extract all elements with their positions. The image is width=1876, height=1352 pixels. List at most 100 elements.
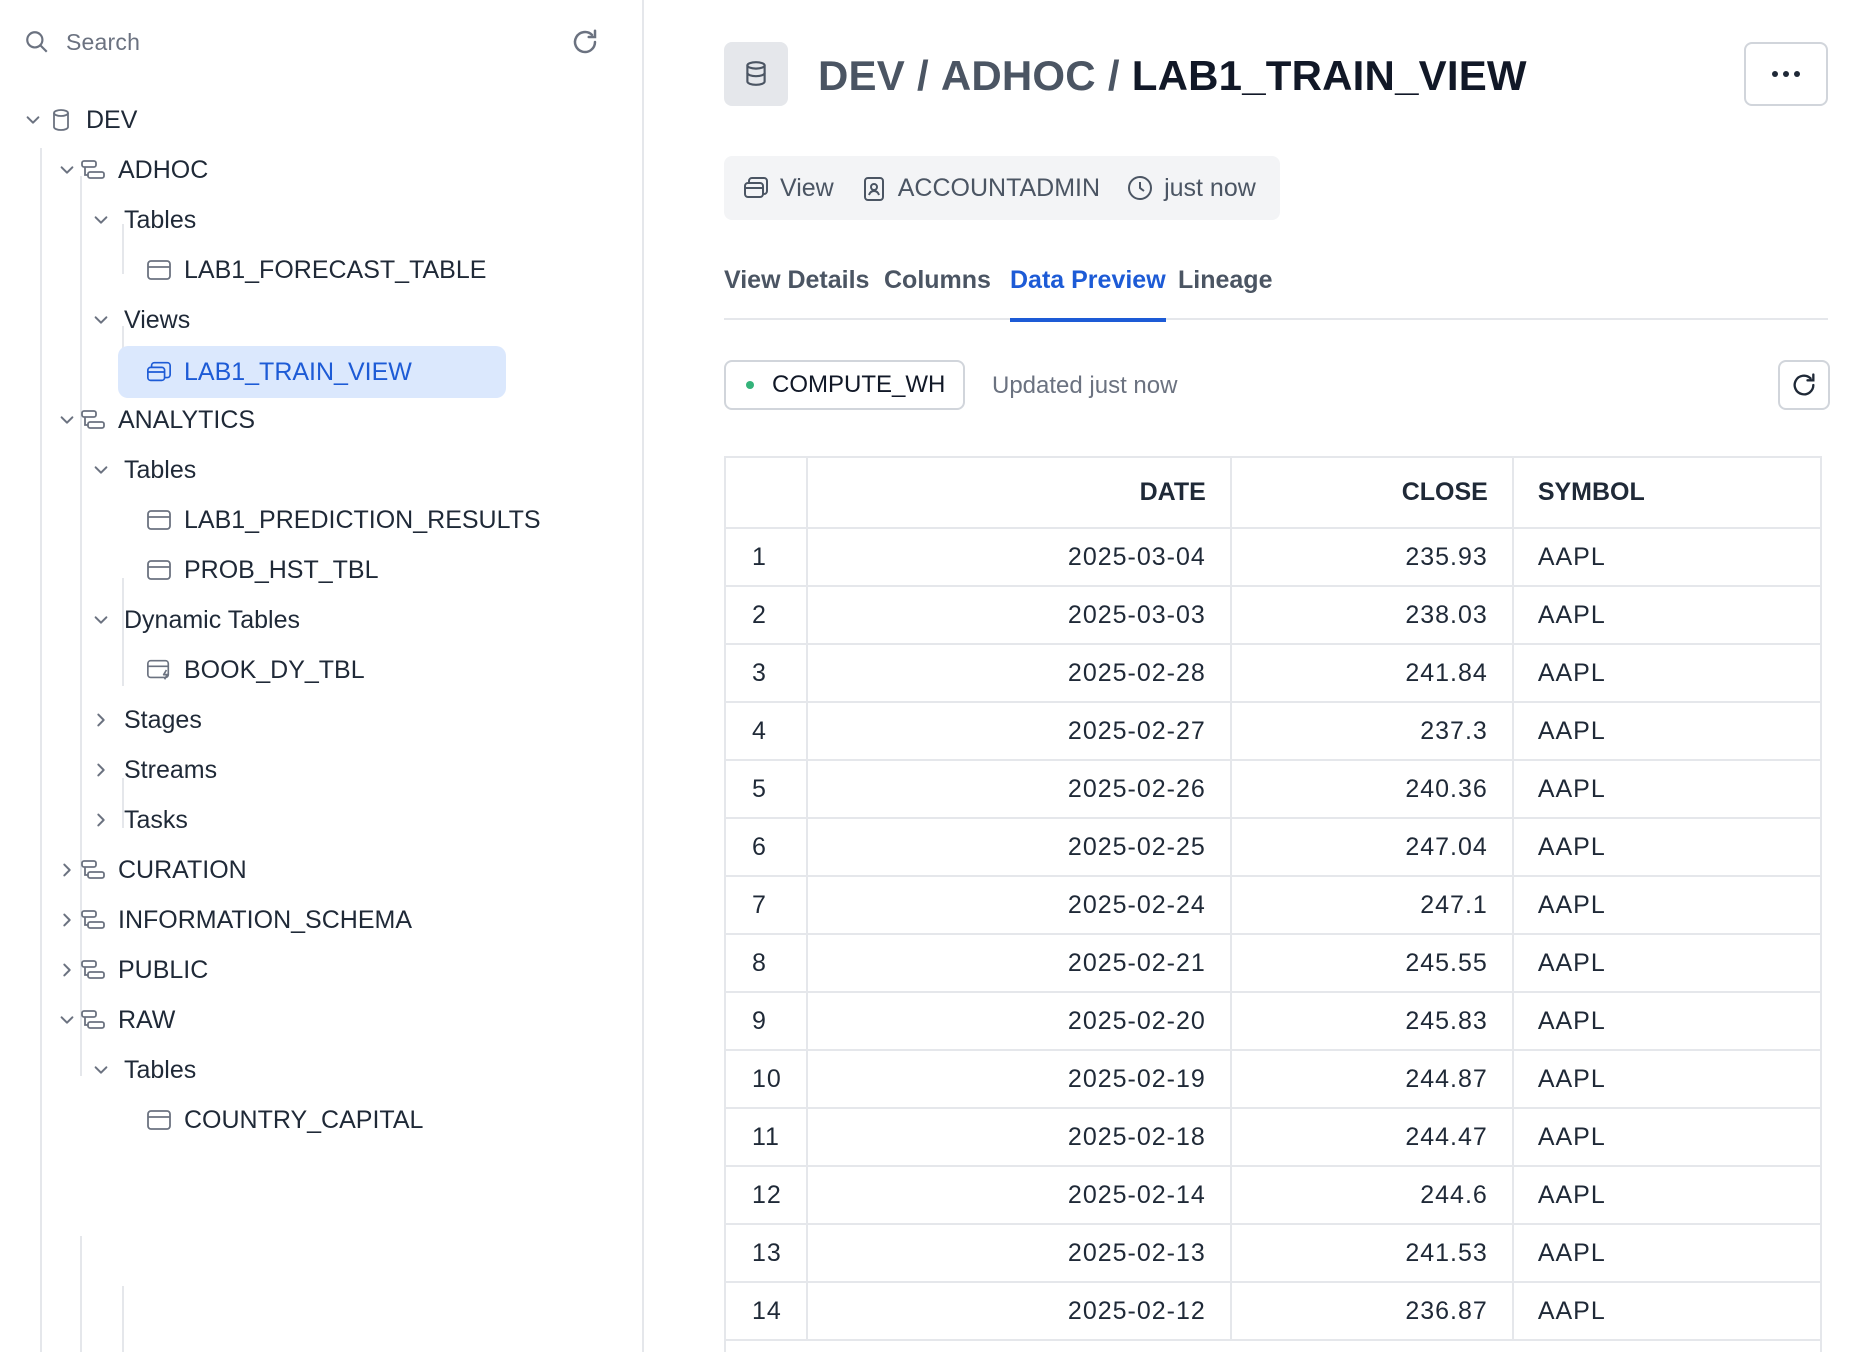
date-cell[interactable]: 2025-02-25 [806,818,1232,877]
tree-item-curation[interactable]: CURATION [56,846,642,894]
chevron-right-icon[interactable] [90,759,112,781]
row-index-cell[interactable]: 2 [726,586,808,645]
date-cell[interactable]: 2025-03-03 [806,586,1232,645]
refresh-preview-button[interactable] [1778,360,1830,410]
table-row[interactable]: 7 2025-02-24 247.1 AAPL [726,876,1820,935]
symbol-cell[interactable]: AAPL [1512,1282,1820,1341]
sidebar-search[interactable]: Search [24,22,604,62]
tab-view-details[interactable]: View Details [724,256,869,320]
row-index-cell[interactable]: 3 [726,644,808,703]
close-cell[interactable]: 237.3 [1230,702,1514,761]
date-cell[interactable]: 2025-02-24 [806,876,1232,935]
symbol-cell[interactable]: AAPL [1512,1050,1820,1109]
search-input[interactable]: Search [66,29,570,56]
date-cell[interactable]: 2025-02-19 [806,1050,1232,1109]
tree-item-stages[interactable]: Stages [90,696,642,744]
warehouse-selector[interactable]: COMPUTE_WH [724,360,966,410]
tree-item-tables[interactable]: Tables [90,446,642,494]
more-actions-button[interactable] [1744,42,1828,106]
tree-item-streams[interactable]: Streams [90,746,642,794]
tree-item-lab1-prediction-results[interactable]: LAB1_PREDICTION_RESULTS [146,496,642,544]
tree-item-public[interactable]: PUBLIC [56,946,642,994]
symbol-cell[interactable]: AAPL [1512,644,1820,703]
table-row[interactable]: 1 2025-03-04 235.93 AAPL [726,528,1820,587]
close-cell[interactable]: 247.1 [1230,876,1514,935]
close-cell[interactable]: 236.87 [1230,1282,1514,1341]
tree-item-tables[interactable]: Tables [90,1046,642,1094]
tree-item-analytics[interactable]: ANALYTICS [56,396,642,444]
close-cell[interactable]: 244.47 [1230,1108,1514,1167]
table-row[interactable]: 6 2025-02-25 247.04 AAPL [726,818,1820,877]
table-row[interactable]: 8 2025-02-21 245.55 AAPL [726,934,1820,993]
date-cell[interactable]: 2025-02-20 [806,992,1232,1051]
tree-item-information-schema[interactable]: INFORMATION_SCHEMA [56,896,642,944]
date-cell[interactable]: 2025-02-18 [806,1108,1232,1167]
close-cell[interactable]: 247.04 [1230,818,1514,877]
table-row[interactable]: 5 2025-02-26 240.36 AAPL [726,760,1820,819]
row-index-cell[interactable]: 6 [726,818,808,877]
date-cell[interactable]: 2025-02-27 [806,702,1232,761]
chevron-down-icon[interactable] [90,459,112,481]
symbol-cell[interactable]: AAPL [1512,818,1820,877]
chevron-right-icon[interactable] [56,959,78,981]
close-cell[interactable]: 241.84 [1230,644,1514,703]
close-cell[interactable]: 240.36 [1230,760,1514,819]
close-cell[interactable]: 241.53 [1230,1224,1514,1283]
column-header-symbol[interactable]: SYMBOL [1512,458,1820,529]
date-cell[interactable]: 2025-02-12 [806,1282,1232,1341]
tree-item-adhoc[interactable]: ADHOC [56,146,642,194]
date-cell[interactable]: 2025-02-21 [806,934,1232,993]
chevron-down-icon[interactable] [90,309,112,331]
symbol-cell[interactable]: AAPL [1512,1108,1820,1167]
table-row[interactable]: 10 2025-02-19 244.87 AAPL [726,1050,1820,1109]
row-index-cell[interactable]: 12 [726,1166,808,1225]
close-cell[interactable]: 245.55 [1230,934,1514,993]
chevron-right-icon[interactable] [90,809,112,831]
chevron-down-icon[interactable] [56,409,78,431]
table-row[interactable]: 11 2025-02-18 244.47 AAPL [726,1108,1820,1167]
date-cell[interactable]: 2025-02-14 [806,1166,1232,1225]
symbol-cell[interactable]: AAPL [1512,934,1820,993]
chevron-right-icon[interactable] [56,909,78,931]
row-index-cell[interactable]: 5 [726,760,808,819]
tree-item-lab1-train-view[interactable]: LAB1_TRAIN_VIEW [118,346,506,398]
symbol-cell[interactable]: AAPL [1512,992,1820,1051]
tree-item-book-dy-tbl[interactable]: BOOK_DY_TBL [146,646,642,694]
close-cell[interactable]: 244.87 [1230,1050,1514,1109]
tree-item-country-capital[interactable]: COUNTRY_CAPITAL [146,1096,642,1144]
chevron-right-icon[interactable] [90,709,112,731]
data-preview-grid[interactable]: DATE CLOSE SYMBOL 1 2025-03-04 235.93 AAPL 2… [724,456,1822,1352]
row-index-cell[interactable]: 9 [726,992,808,1051]
symbol-cell[interactable]: AAPL [1512,760,1820,819]
row-index-cell[interactable]: 11 [726,1108,808,1167]
chevron-down-icon[interactable] [90,609,112,631]
row-index-cell[interactable]: 10 [726,1050,808,1109]
date-cell[interactable]: 2025-03-04 [806,528,1232,587]
symbol-cell[interactable]: AAPL [1512,702,1820,761]
tree-item-tasks[interactable]: Tasks [90,796,642,844]
table-row[interactable]: 9 2025-02-20 245.83 AAPL [726,992,1820,1051]
table-row[interactable]: 12 2025-02-14 244.6 AAPL [726,1166,1820,1225]
table-row[interactable]: 13 2025-02-13 241.53 AAPL [726,1224,1820,1283]
chevron-down-icon[interactable] [56,1009,78,1031]
tree-item-lab1-forecast-table[interactable]: LAB1_FORECAST_TABLE [146,246,642,294]
column-header-close[interactable]: CLOSE [1230,458,1514,529]
symbol-cell[interactable]: AAPL [1512,1166,1820,1225]
chevron-down-icon[interactable] [22,109,44,131]
close-cell[interactable]: 244.6 [1230,1166,1514,1225]
row-index-cell[interactable]: 4 [726,702,808,761]
column-header-date[interactable]: DATE [806,458,1232,529]
row-index-cell[interactable]: 8 [726,934,808,993]
tree-item-views[interactable]: Views [90,296,642,344]
refresh-icon[interactable] [570,27,600,57]
tree-item-dev[interactable]: DEV [22,96,642,144]
table-row[interactable]: 14 2025-02-12 236.87 AAPL [726,1282,1820,1341]
symbol-cell[interactable]: AAPL [1512,528,1820,587]
row-index-cell[interactable]: 14 [726,1282,808,1341]
date-cell[interactable]: 2025-02-26 [806,760,1232,819]
close-cell[interactable]: 235.93 [1230,528,1514,587]
tree-item-tables[interactable]: Tables [90,196,642,244]
table-row[interactable]: 3 2025-02-28 241.84 AAPL [726,644,1820,703]
chevron-down-icon[interactable] [90,209,112,231]
chevron-right-icon[interactable] [56,859,78,881]
